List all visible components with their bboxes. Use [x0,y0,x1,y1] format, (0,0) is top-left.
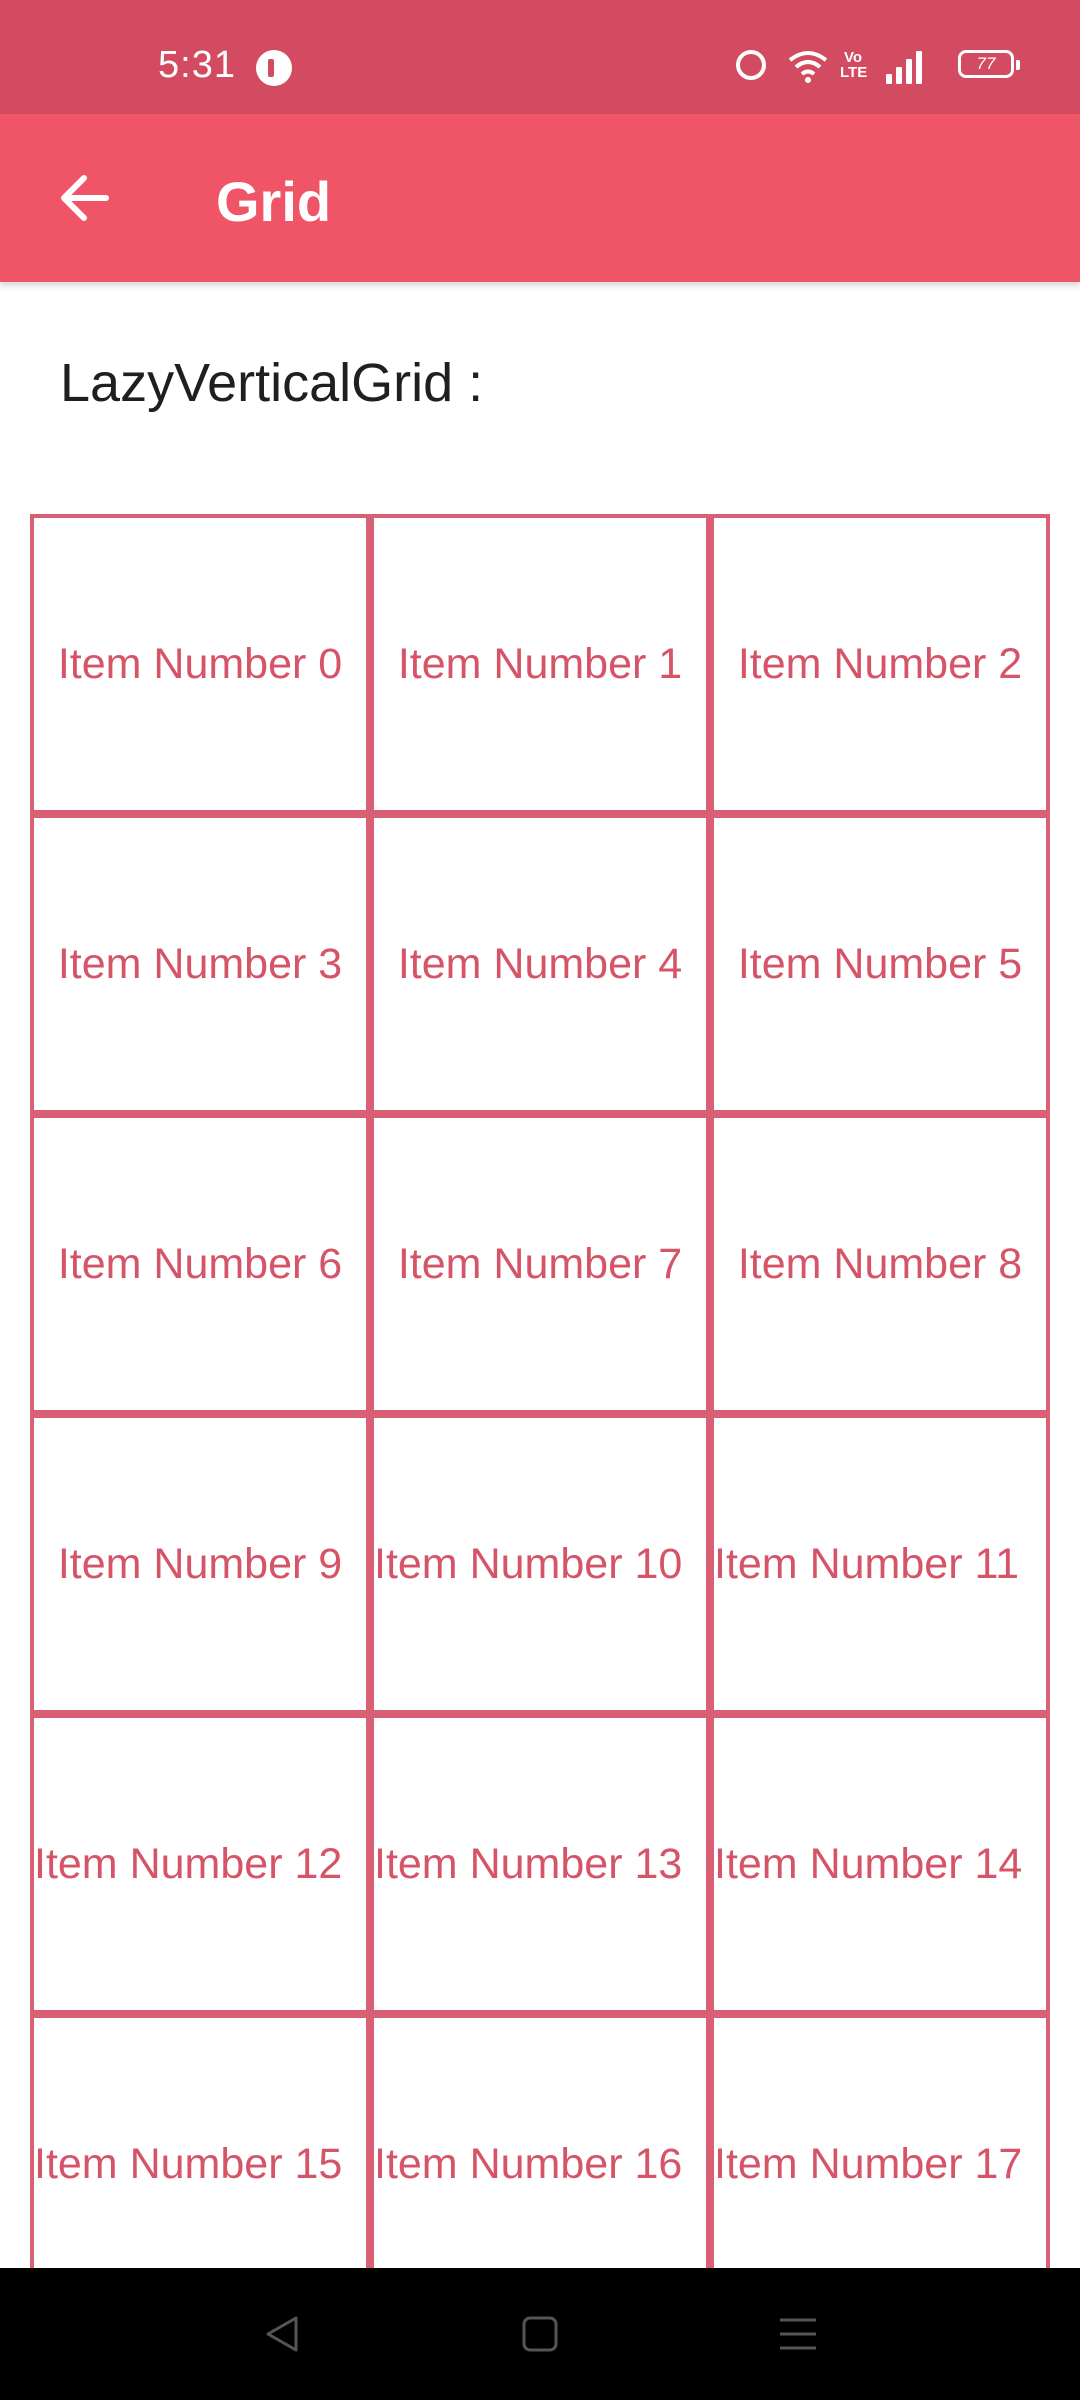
grid-item[interactable]: Item Number 7 [370,1114,710,1414]
grid-item-label: Item Number 4 [397,940,683,988]
grid-item[interactable]: Item Number 17 [710,2014,1050,2268]
grid-item-label: Item Number 9 [57,1540,343,1588]
wifi-icon [788,48,828,84]
grid-item[interactable]: Item Number 4 [370,814,710,1114]
grid-item[interactable]: Item Number 14 [710,1714,1050,2014]
grid-item[interactable]: Item Number 2 [710,514,1050,814]
triangle-back-icon[interactable] [262,2314,302,2359]
grid-item-label: Item Number 3 [57,940,343,988]
status-time: 5:31 [158,44,236,86]
status-bar: 5:31 Vo LTE 77 [0,0,1080,114]
grid-item[interactable]: Item Number 15 [30,2014,370,2268]
grid-item[interactable]: Item Number 13 [370,1714,710,2014]
grid-item-label: Item Number 11 [714,1540,1020,1588]
grid-item-label: Item Number 15 [34,2140,343,2188]
grid-item-label: Item Number 1 [397,640,683,688]
page-title: Grid [216,170,332,233]
grid-item-label: Item Number 6 [57,1240,343,1288]
grid-item-label: Item Number 14 [714,1840,1023,1888]
grid-item-label: Item Number 5 [737,940,1023,988]
grid-item[interactable]: Item Number 11 [710,1414,1050,1714]
grid-item[interactable]: Item Number 3 [30,814,370,1114]
grid-item[interactable]: Item Number 9 [30,1414,370,1714]
system-nav-bar [0,2268,1080,2400]
arrow-left-icon[interactable] [56,170,112,226]
menu-lines-icon[interactable] [778,2314,818,2359]
grid-item-label: Item Number 12 [34,1840,343,1888]
grid-item-label: Item Number 16 [374,2140,683,2188]
grid-item-label: Item Number 7 [397,1240,683,1288]
grid-item-label: Item Number 13 [374,1840,683,1888]
app-bar: Grid [0,114,1080,282]
grid-item[interactable]: Item Number 10 [370,1414,710,1714]
grid-item[interactable]: Item Number 16 [370,2014,710,2268]
grid-item[interactable]: Item Number 1 [370,514,710,814]
grid-item-label: Item Number 10 [374,1540,683,1588]
grid-item[interactable]: Item Number 5 [710,814,1050,1114]
grid-item[interactable]: Item Number 6 [30,1114,370,1414]
grid-item[interactable]: Item Number 12 [30,1714,370,2014]
section-heading: LazyVerticalGrid : [60,353,484,413]
signal-icon [886,48,928,84]
lazy-vertical-grid[interactable]: Item Number 0 Item Number 1 Item Number … [30,514,1050,2268]
battery-icon: 77 [958,50,1020,78]
square-home-icon[interactable] [520,2314,560,2359]
volte-icon: Vo LTE [840,49,868,81]
grid-item-label: Item Number 2 [737,640,1023,688]
grid-item[interactable]: Item Number 8 [710,1114,1050,1414]
alarm-icon [736,50,766,80]
grid-item-label: Item Number 17 [714,2140,1023,2188]
grid-item[interactable]: Item Number 0 [30,514,370,814]
app-notification-icon [256,50,292,86]
grid-item-label: Item Number 0 [57,640,343,688]
grid-item-label: Item Number 8 [737,1240,1023,1288]
